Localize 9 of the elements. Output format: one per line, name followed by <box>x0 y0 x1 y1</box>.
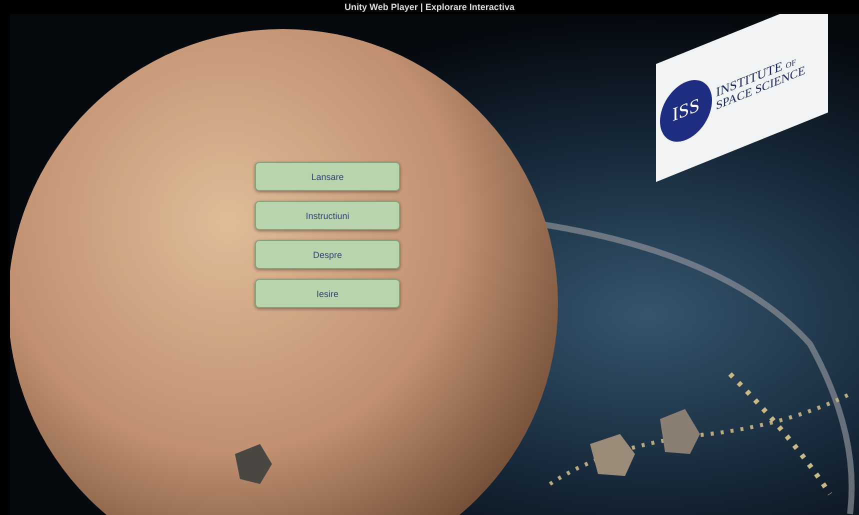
menu-button[interactable]: Iesire <box>255 279 400 308</box>
menu-button[interactable]: Despre <box>255 240 400 269</box>
menu-button[interactable]: Lansare <box>255 162 400 191</box>
rock-drawing <box>235 444 272 484</box>
rock-drawing <box>660 409 700 454</box>
window-title: Unity Web Player | Explorare Interactiva <box>344 2 514 12</box>
logo-text: OF <box>786 57 796 70</box>
rock-drawing <box>590 434 635 476</box>
menu-button[interactable]: Instructiuni <box>255 201 400 230</box>
